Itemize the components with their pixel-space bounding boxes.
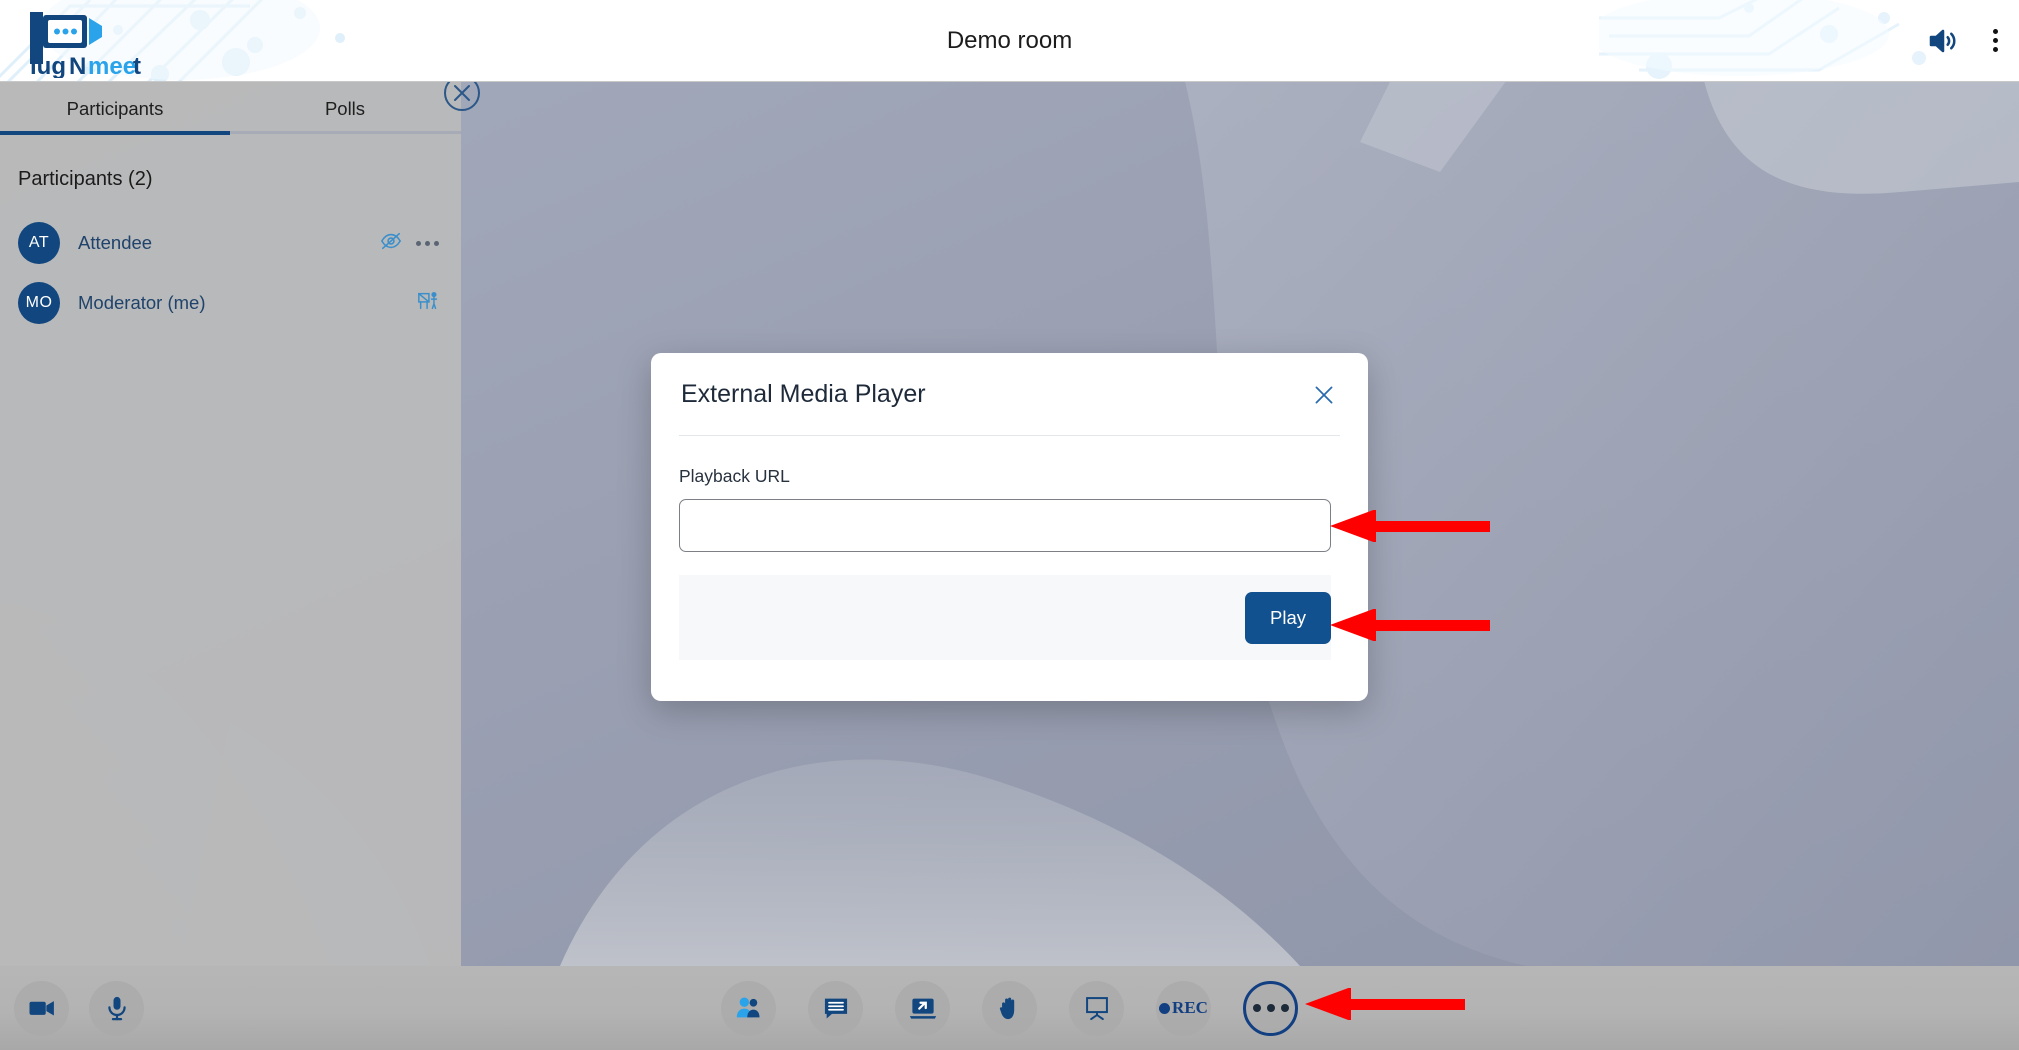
participants-heading: Participants (2) — [18, 168, 153, 190]
avatar: MO — [18, 282, 60, 324]
avatar: AT — [18, 222, 60, 264]
plugnmeet-logo[interactable]: lug N mee t — [16, 4, 146, 80]
play-button[interactable]: Play — [1245, 591, 1331, 644]
chat-icon[interactable] — [808, 980, 863, 1036]
svg-text:N: N — [69, 53, 86, 78]
screen-share-glyph — [909, 998, 936, 1019]
more-vertical-icon[interactable] — [1981, 21, 2009, 61]
toolbar-center-group: REC — [0, 966, 2019, 1050]
more-options-icon[interactable] — [1243, 980, 1298, 1036]
dialog-body: Playback URL — [651, 436, 1368, 552]
record-label: REC — [1172, 998, 1208, 1017]
external-media-player-dialog: External Media Player Playback URL Play — [651, 353, 1368, 701]
playback-url-label: Playback URL — [679, 466, 790, 486]
participant-name: Attendee — [78, 232, 153, 253]
speaker-volume-icon[interactable] — [1923, 21, 1963, 61]
sidebar-tabs: Participants Polls — [0, 82, 461, 135]
whiteboard-glyph — [1085, 997, 1108, 1021]
bottom-toolbar: REC — [0, 966, 2019, 1050]
chat-glyph — [824, 998, 847, 1019]
participant-row-moderator[interactable]: MO Moderator (me) — [0, 273, 461, 333]
tab-participants[interactable]: Participants — [0, 98, 230, 132]
close-x-icon[interactable] — [1306, 377, 1342, 413]
participants-glyph — [736, 997, 759, 1018]
dialog-title: External Media Player — [681, 379, 926, 408]
dialog-footer: Play — [679, 575, 1331, 660]
logo-mark: lug N mee t — [30, 12, 141, 80]
left-sidebar-panel: Participants Polls Participants (2) AT A… — [0, 82, 461, 966]
tab-active-indicator — [0, 131, 230, 135]
raise-hand-icon[interactable] — [982, 980, 1037, 1036]
svg-text:lug: lug — [30, 53, 66, 78]
room-title: Demo room — [946, 27, 1073, 54]
participants-list: AT Attendee MO Moderator (me) — [0, 213, 461, 333]
three-dots-glyph — [1252, 1004, 1289, 1012]
svg-text:t: t — [133, 53, 141, 78]
record-dot-icon — [1159, 1002, 1171, 1014]
eye-off-icon[interactable] — [380, 230, 402, 257]
dialog-header: External Media Player — [651, 353, 1368, 435]
svg-text:mee: mee — [88, 53, 136, 78]
record-icon[interactable]: REC — [1156, 980, 1211, 1036]
playback-url-input[interactable] — [679, 499, 1331, 552]
participants-icon[interactable] — [721, 980, 776, 1036]
participant-row-actions — [417, 290, 439, 317]
whiteboard-icon[interactable] — [1069, 980, 1124, 1036]
participant-name: Moderator (me) — [78, 292, 206, 313]
participant-row-attendee[interactable]: AT Attendee — [0, 213, 461, 273]
tab-polls[interactable]: Polls — [230, 98, 460, 132]
more-horizontal-icon[interactable] — [416, 240, 439, 246]
top-header-bar: lug N mee t Demo room — [0, 0, 2019, 82]
participant-row-actions — [380, 230, 439, 257]
plugnmeet-app: External Media Player Playback URL Play — [0, 0, 2019, 1050]
record-label-group: REC — [1159, 998, 1208, 1018]
screen-share-icon[interactable] — [895, 980, 950, 1036]
presenter-icon — [417, 290, 439, 317]
header-actions — [1923, 0, 2009, 81]
raise-hand-glyph — [999, 997, 1014, 1020]
